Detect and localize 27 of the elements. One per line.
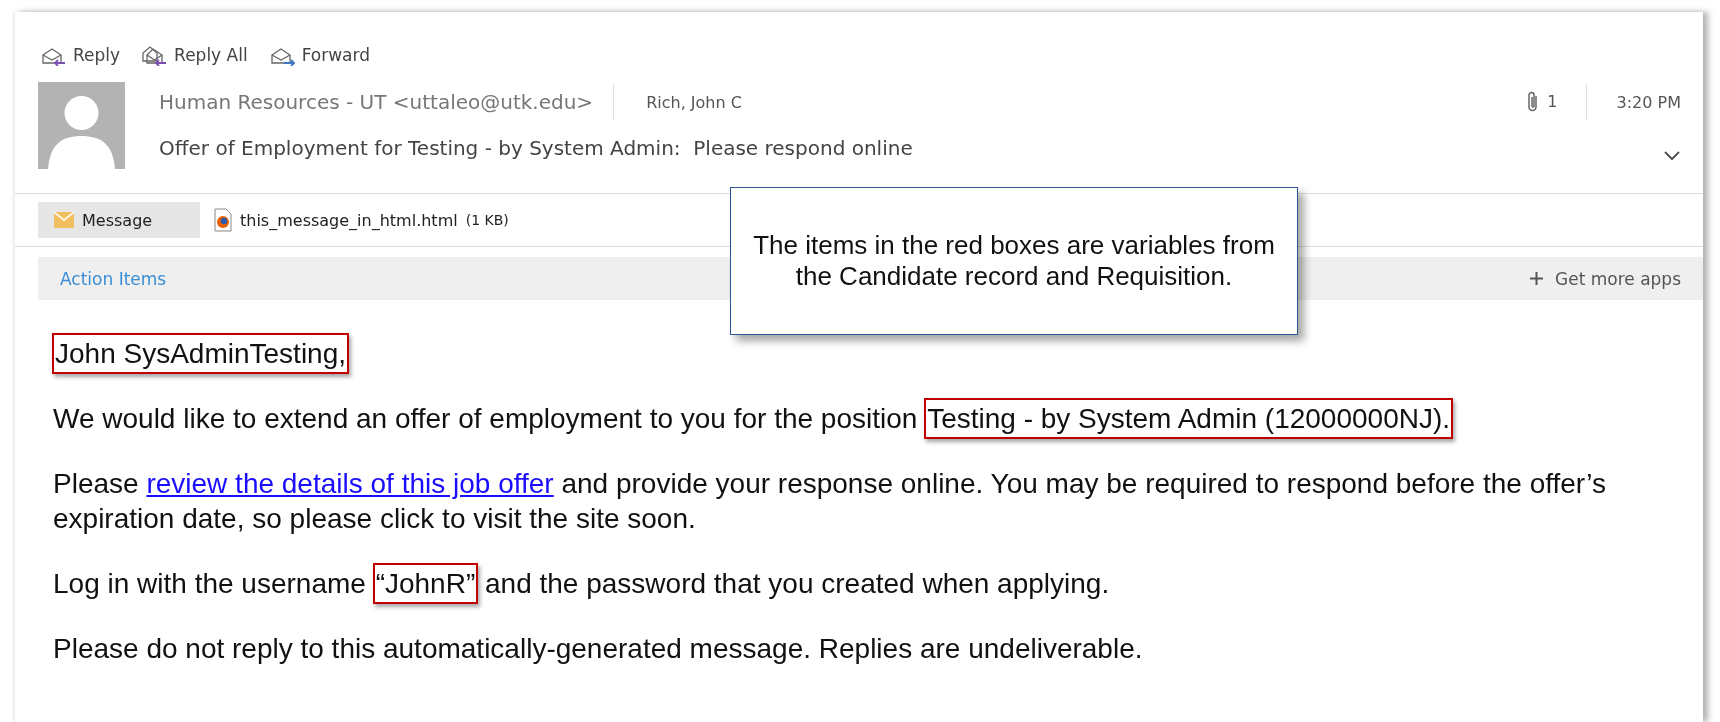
- job-offer-link[interactable]: review the details of this job offer: [146, 468, 554, 499]
- reply-all-icon: [142, 44, 169, 66]
- message-paragraph: Please review the details of this job offer and provide your response online. You may be required to respond before the offer’s expiration date, so please click to visit the site soon.: [53, 467, 1607, 536]
- message-paragraph: Log in with the username “JohnR” and the password that you created when applying.: [53, 566, 1628, 601]
- action-items-label: Action Items: [60, 268, 167, 289]
- variable-highlight: “JohnR”: [372, 563, 479, 604]
- chevron-down-icon[interactable]: [1663, 150, 1681, 161]
- recipient: Rich, John C: [646, 92, 742, 112]
- subject: Offer of Employment for Testing - by System Admin: Please respond online: [159, 135, 913, 160]
- get-more-apps-button[interactable]: Get more apps: [1530, 268, 1681, 289]
- html-file-icon: [214, 208, 232, 232]
- forward-button[interactable]: Forward: [267, 42, 373, 68]
- variable-highlight: John SysAdminTesting,: [52, 333, 350, 374]
- message-paragraph: We would like to extend an offer of employment to you for the position Testing - by System Admin (12000000NJ).: [53, 401, 1628, 436]
- envelope-icon: [54, 212, 74, 228]
- message-tab[interactable]: Message: [38, 202, 200, 238]
- plus-icon: [1530, 272, 1543, 285]
- variable-highlight: Testing - by System Admin (12000000NJ).: [924, 398, 1454, 439]
- sender: Human Resources - UT <uttaleo@utk.edu>: [159, 84, 615, 120]
- attachment-count: 1: [1547, 84, 1587, 120]
- callout-text: The items in the red boxes are variables from the Candidate record and Requisition.: [752, 230, 1276, 292]
- paperclip-icon: [1527, 90, 1540, 114]
- message-paragraph: Please do not reply to this automatically-generated message. Replies are undeliverable.: [53, 632, 1144, 666]
- reply-all-button[interactable]: Reply All: [140, 42, 250, 68]
- attachment-file[interactable]: this_message_in_html.html (1 KB): [214, 202, 519, 238]
- received-time: 3:20 PM: [1616, 92, 1681, 112]
- reply-button[interactable]: Reply: [39, 42, 123, 68]
